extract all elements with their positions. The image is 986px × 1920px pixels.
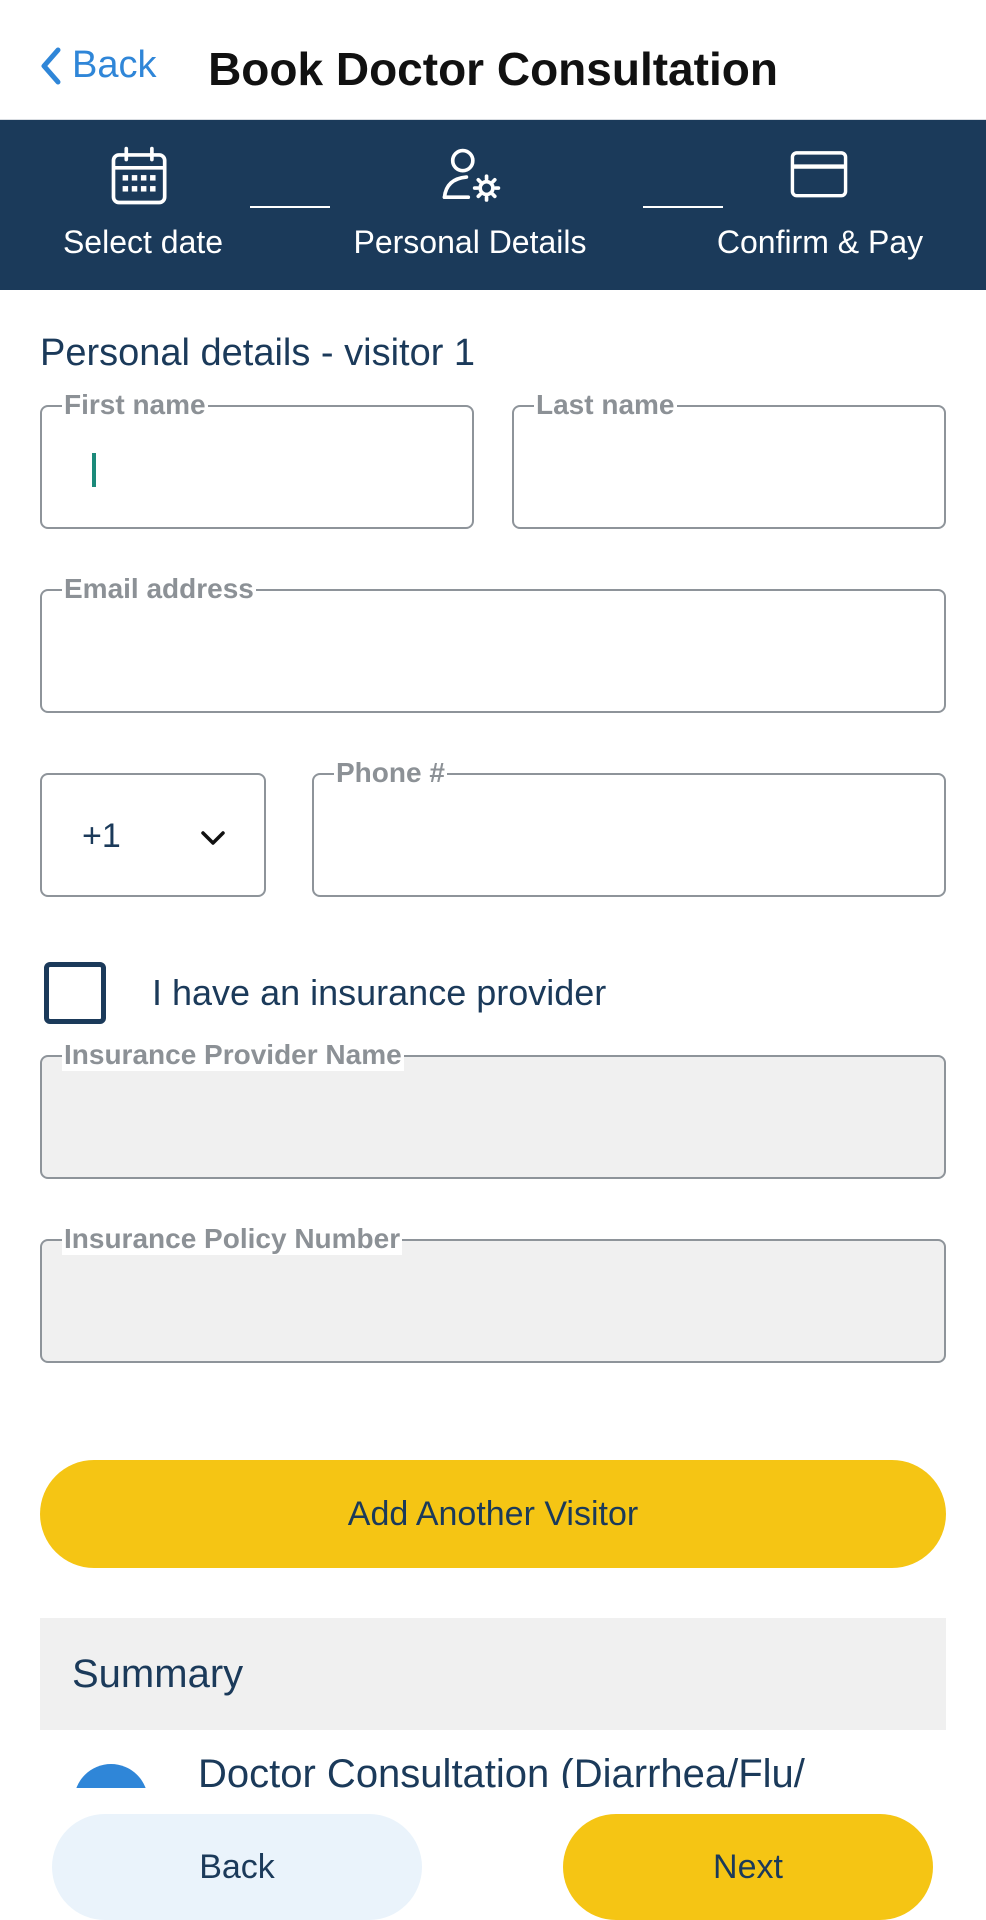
phone-label: Phone # [334,757,447,789]
first-name-input[interactable] [42,407,472,527]
page-title: Book Doctor Consultation [208,43,778,95]
step-confirm-pay[interactable]: Confirm & Pay [700,120,940,290]
step-label-select-date: Select date [62,224,224,260]
step-label-confirm-pay: Confirm & Pay [716,224,924,260]
insurance-provider-label: Insurance Provider Name [62,1039,404,1071]
phone-input[interactable] [314,775,944,895]
calendar-icon [111,146,167,205]
step-connector [250,206,330,208]
add-visitor-button[interactable]: Add Another Visitor [40,1460,946,1568]
footer-back-label: Back [199,1847,275,1886]
email-field[interactable]: Email address [40,573,946,713]
step-personal-details[interactable]: Personal Details [340,120,600,290]
insurance-checkbox-row[interactable]: I have an insurance provider [44,962,606,1024]
bottom-action-bar: Back Next [0,1788,986,1920]
last-name-input[interactable] [514,407,944,527]
step-select-date[interactable]: Select date [43,120,243,290]
insurance-policy-label: Insurance Policy Number [62,1223,403,1255]
add-visitor-label: Add Another Visitor [347,1494,639,1533]
insurance-provider-input [42,1057,944,1177]
step-label-personal-details: Personal Details [353,224,587,260]
summary-panel: Summary Doctor Consultation (Diarrhea/Fl… [40,1618,946,1788]
section-title: Personal details - visitor 1 [40,332,476,374]
last-name-field[interactable]: Last name [512,389,946,529]
first-name-label: First name [62,389,208,421]
phone-field[interactable]: Phone # [312,757,946,897]
summary-item-name: Doctor Consultation (Diarrhea/Flu/ [198,1752,805,1788]
footer-back-button[interactable]: Back [52,1814,422,1920]
insurance-policy-field: Insurance Policy Number [40,1223,946,1363]
chevron-down-icon [201,831,225,845]
first-name-field[interactable]: First name [40,389,474,529]
service-icon [74,1764,148,1788]
app-header: Back Book Doctor Consultation [0,0,986,120]
insurance-provider-field: Insurance Provider Name [40,1039,946,1179]
next-button[interactable]: Next [563,1814,933,1920]
last-name-label: Last name [534,389,677,421]
email-input[interactable] [42,591,944,711]
credit-card-icon [790,151,848,198]
email-label: Email address [62,573,256,605]
country-code-value: +1 [82,817,121,855]
summary-title: Summary [40,1618,946,1730]
summary-item-row: Doctor Consultation (Diarrhea/Flu/ [40,1730,946,1788]
text-cursor [92,453,96,487]
insurance-checkbox[interactable] [44,962,106,1024]
user-settings-icon [442,148,501,202]
booking-stepper: Select date Personal Details Confirm & P… [0,120,986,290]
next-label: Next [713,1847,783,1886]
insurance-checkbox-label: I have an insurance provider [152,972,607,1013]
country-code-select[interactable]: +1 [40,773,266,897]
insurance-policy-input [42,1241,944,1361]
